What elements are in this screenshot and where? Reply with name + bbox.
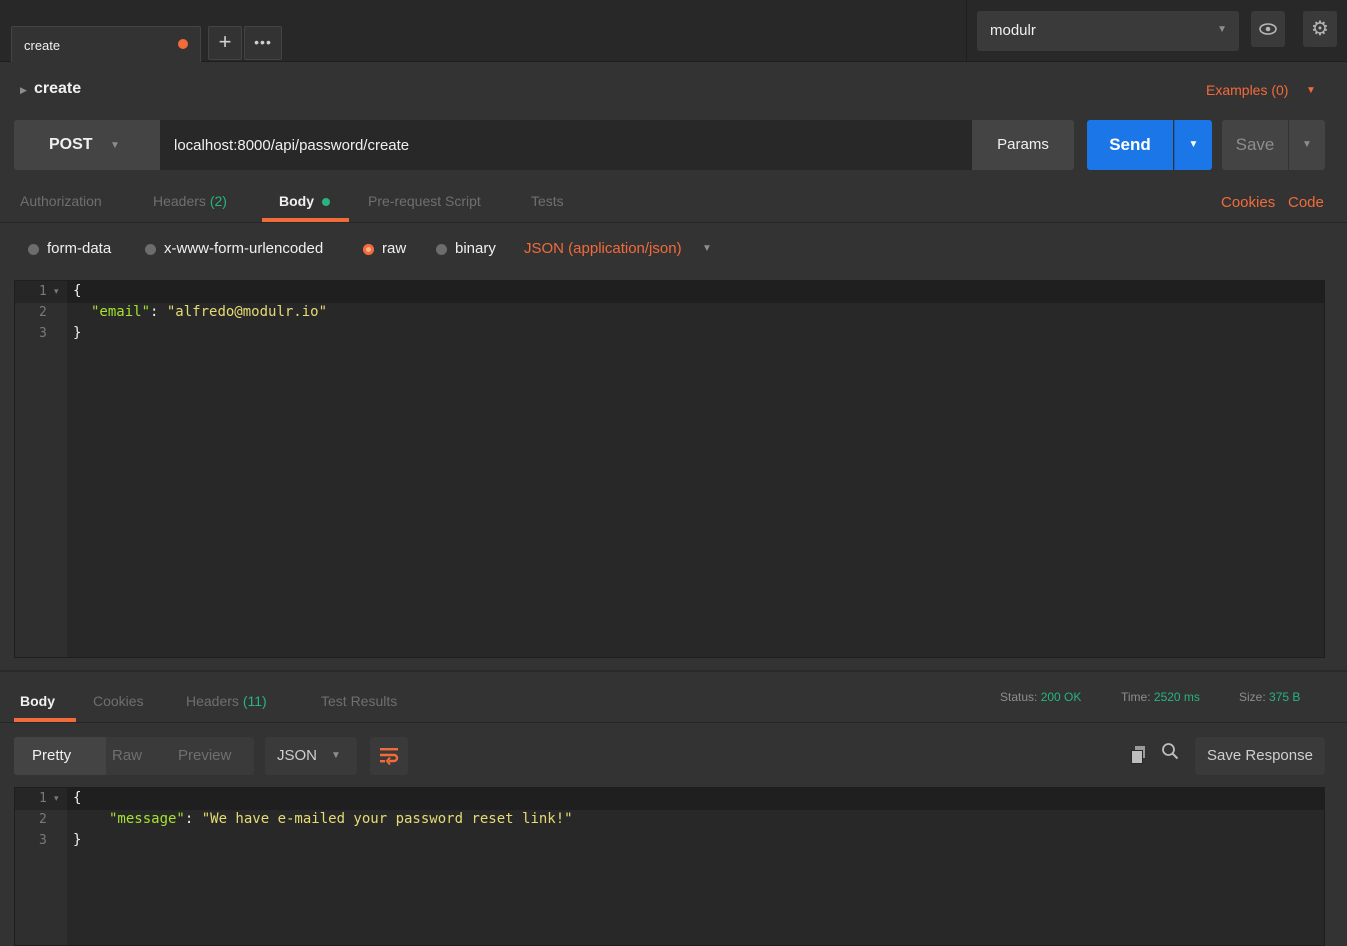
radio-urlencoded-label[interactable]: x-www-form-urlencoded: [164, 240, 323, 257]
chevron-down-icon: ▼: [1217, 24, 1227, 35]
response-status: Status: 200 OK: [1000, 690, 1081, 704]
body-modified-dot-icon: [322, 198, 330, 206]
response-tab-test-results[interactable]: Test Results: [321, 693, 397, 709]
size-value: 375 B: [1269, 690, 1301, 704]
response-headers-count: (11): [242, 693, 267, 709]
method-select[interactable]: POST ▼: [14, 120, 160, 170]
radio-urlencoded[interactable]: [145, 244, 156, 255]
cookies-link[interactable]: Cookies: [1221, 194, 1275, 211]
request-name: create: [34, 80, 82, 97]
json-sep: :: [150, 304, 167, 320]
status-value: 200 OK: [1040, 690, 1082, 704]
json-value: "We have e-mailed your password reset li…: [201, 811, 573, 827]
copy-icon[interactable]: [1131, 746, 1145, 764]
headers-count: (2): [209, 193, 227, 209]
divider: [0, 722, 1347, 723]
fold-icon[interactable]: ▾: [54, 793, 59, 804]
tab-bar: create + •••: [0, 0, 966, 62]
response-format-select[interactable]: JSON ▼: [265, 737, 357, 775]
url-value: localhost:8000/api/password/create: [174, 137, 410, 154]
save-options-button[interactable]: ▼: [1289, 120, 1325, 170]
line-number: 2: [39, 812, 47, 827]
tab-authorization[interactable]: Authorization: [20, 193, 102, 209]
tab-tests[interactable]: Tests: [531, 193, 564, 209]
json-key: "message": [109, 811, 185, 827]
url-input[interactable]: localhost:8000/api/password/create: [160, 120, 972, 170]
examples-dropdown[interactable]: Examples (0): [1206, 82, 1288, 98]
preview-button[interactable]: Preview: [178, 747, 231, 764]
response-tab-headers[interactable]: Headers (11): [186, 693, 267, 709]
radio-binary-label[interactable]: binary: [455, 240, 496, 257]
pretty-button[interactable]: Pretty: [32, 747, 71, 764]
line-number: 3: [39, 833, 47, 848]
code-line: "email": "alfredo@modulr.io": [91, 304, 327, 320]
request-body-editor[interactable]: 1 ▾ 2 3 { "email": "alfredo@modulr.io" }: [14, 280, 1325, 658]
save-button[interactable]: Save: [1222, 120, 1288, 170]
send-options-button[interactable]: ▼: [1174, 120, 1212, 170]
radio-form-data-label[interactable]: form-data: [47, 240, 111, 257]
code-line: "message": "We have e-mailed your passwo…: [109, 811, 573, 827]
code-brace-close: }: [73, 325, 82, 341]
line-number: 1: [39, 284, 47, 299]
tab-headers-label: Headers: [153, 193, 206, 209]
line-number: 2: [39, 305, 47, 320]
json-sep: :: [184, 811, 202, 827]
content-type-select[interactable]: JSON (application/json): [524, 240, 682, 257]
chevron-down-icon: ▼: [110, 140, 120, 151]
radio-form-data[interactable]: [28, 244, 39, 255]
chevron-down-icon[interactable]: ▼: [702, 243, 712, 254]
search-icon[interactable]: [1161, 742, 1179, 765]
response-tab-cookies[interactable]: Cookies: [93, 693, 144, 709]
line-number: 1: [39, 791, 47, 806]
raw-button[interactable]: Raw: [112, 747, 142, 764]
more-tabs-button[interactable]: •••: [244, 26, 282, 60]
code-brace-close: }: [73, 832, 82, 848]
divider: [0, 222, 1347, 223]
chevron-down-icon: ▼: [331, 750, 341, 761]
response-format-group: Pretty Raw Preview: [14, 737, 254, 775]
unsaved-dot-icon: [178, 39, 188, 49]
method-label: POST: [49, 136, 93, 153]
code-brace-open: {: [73, 283, 82, 299]
size-label: Size:: [1239, 690, 1266, 704]
environment-label: modulr: [990, 22, 1036, 39]
wrap-lines-icon[interactable]: [370, 737, 408, 775]
request-tab[interactable]: create: [11, 26, 201, 62]
request-tab-label: create: [24, 38, 61, 53]
radio-raw-label[interactable]: raw: [382, 240, 406, 257]
status-label: Status:: [1000, 690, 1038, 704]
tab-pre-request-script[interactable]: Pre-request Script: [368, 193, 481, 209]
time-label: Time:: [1121, 690, 1151, 704]
radio-raw[interactable]: [363, 244, 374, 255]
environment-bar: modulr ▼ ⚙: [966, 0, 1347, 62]
radio-binary[interactable]: [436, 244, 447, 255]
gear-icon[interactable]: ⚙: [1303, 11, 1337, 47]
tab-body[interactable]: Body: [279, 193, 314, 209]
time-value: 2520 ms: [1153, 690, 1200, 704]
json-value: "alfredo@modulr.io": [166, 304, 328, 320]
line-number: 3: [39, 326, 47, 341]
code-link[interactable]: Code: [1288, 194, 1324, 211]
response-tab-body[interactable]: Body: [20, 693, 55, 709]
response-tab-headers-label: Headers: [186, 693, 239, 709]
json-key: "email": [91, 304, 151, 320]
save-response-button[interactable]: Save Response: [1195, 737, 1325, 775]
params-button[interactable]: Params: [972, 120, 1074, 170]
response-body-viewer[interactable]: 1 ▾ 2 3 { "message": "We have e-mailed y…: [14, 787, 1325, 946]
response-time: Time: 2520 ms: [1121, 690, 1200, 704]
environment-select[interactable]: modulr ▼: [977, 11, 1239, 51]
tab-headers[interactable]: Headers (2): [153, 193, 227, 209]
new-tab-button[interactable]: +: [208, 26, 242, 60]
active-line-highlight: [67, 788, 1324, 810]
fold-icon[interactable]: ▾: [54, 286, 59, 297]
eye-icon[interactable]: [1251, 11, 1285, 47]
active-line-highlight: [67, 281, 1324, 303]
send-button[interactable]: Send: [1087, 120, 1173, 170]
pane-divider[interactable]: [0, 670, 1347, 672]
chevron-down-icon[interactable]: ▼: [1306, 85, 1316, 96]
collapse-caret-icon[interactable]: ▶: [20, 85, 27, 96]
response-format-label: JSON: [277, 747, 318, 764]
response-size: Size: 375 B: [1239, 690, 1300, 704]
code-brace-open: {: [73, 790, 82, 806]
